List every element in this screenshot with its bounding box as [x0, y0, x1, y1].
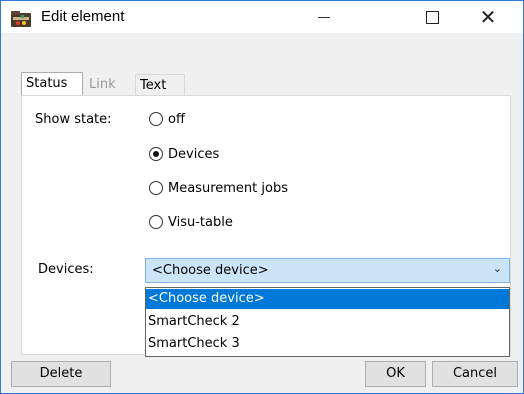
close-icon: ✕	[479, 5, 497, 29]
tab-status[interactable]: Status	[21, 72, 83, 96]
radio-label: Visu-table	[168, 214, 233, 230]
radio-button[interactable]	[149, 181, 163, 195]
title-bar[interactable]: Edit element — ✕	[1, 1, 523, 33]
dropdown-option-choose-device[interactable]: <Choose device>	[146, 289, 509, 309]
devices-select[interactable]: <Choose device> ⌄	[145, 258, 510, 283]
ok-button[interactable]: OK	[365, 361, 426, 387]
maximize-button[interactable]	[409, 1, 455, 33]
radio-measurement-jobs[interactable]: Measurement jobs	[149, 178, 288, 198]
radio-button-checked[interactable]	[149, 147, 163, 161]
radio-devices[interactable]: Devices	[149, 144, 219, 164]
maximize-icon	[425, 10, 439, 24]
window-title: Edit element	[41, 8, 125, 25]
minimize-icon: —	[317, 9, 331, 25]
radio-label: Measurement jobs	[168, 180, 288, 196]
devices-select-value: <Choose device>	[152, 263, 269, 278]
radio-off[interactable]: off	[149, 109, 185, 129]
devices-dropdown-list: <Choose device> SmartCheck 2 SmartCheck …	[145, 287, 510, 357]
devices-label: Devices:	[38, 262, 94, 277]
cancel-button[interactable]: Cancel	[432, 361, 518, 387]
minimize-button[interactable]: —	[301, 1, 347, 33]
radio-label: off	[168, 111, 185, 127]
tab-link: Link	[89, 77, 116, 92]
radio-label: Devices	[168, 146, 220, 162]
radio-visu-table[interactable]: Visu-table	[149, 212, 233, 232]
delete-button[interactable]: Delete	[11, 361, 111, 387]
dropdown-option-smartcheck-2[interactable]: SmartCheck 2	[146, 312, 509, 332]
edit-element-dialog: Edit element — ✕ Status Link Text Show s…	[0, 0, 524, 394]
chevron-down-icon: ⌄	[492, 262, 502, 275]
radio-button[interactable]	[149, 112, 163, 126]
tab-text[interactable]: Text	[135, 74, 185, 96]
dropdown-option-smartcheck-3[interactable]: SmartCheck 3	[146, 334, 509, 354]
show-state-label: Show state:	[35, 112, 112, 127]
app-icon	[11, 11, 31, 27]
radio-button[interactable]	[149, 215, 163, 229]
close-button[interactable]: ✕	[465, 1, 511, 33]
